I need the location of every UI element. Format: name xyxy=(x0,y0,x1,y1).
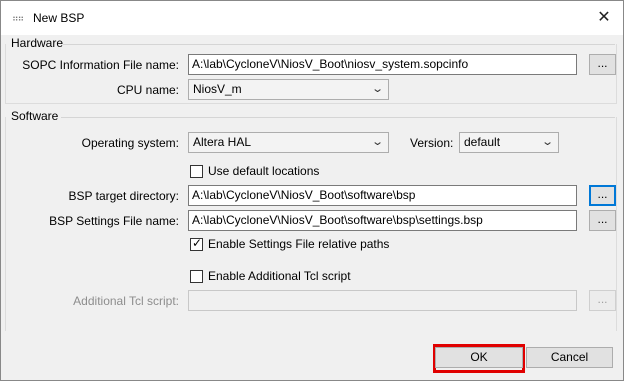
chevron-down-icon: ⌄ xyxy=(370,83,384,95)
close-icon[interactable]: ✕ xyxy=(591,5,617,31)
relative-paths-label: Enable Settings File relative paths xyxy=(208,237,390,251)
sopc-file-field[interactable]: A:\lab\CycloneV\NiosV_Boot\niosv_system.… xyxy=(188,54,577,75)
additional-tcl-checkbox[interactable]: Enable Additional Tcl script xyxy=(190,269,351,283)
additional-tcl-label: Enable Additional Tcl script xyxy=(208,269,351,283)
bsp-settings-browse-button[interactable]: ... xyxy=(589,210,616,231)
window-title: New BSP xyxy=(33,11,85,25)
new-bsp-dialog: ⠶⠶ New BSP ✕ Hardware SOPC Information F… xyxy=(0,0,624,381)
version-value: default xyxy=(464,135,501,149)
version-label: Version: xyxy=(410,136,454,150)
os-value: Altera HAL xyxy=(193,135,252,149)
sopc-browse-button[interactable]: ... xyxy=(589,54,616,75)
nios-icon: ⠶⠶ xyxy=(12,13,24,23)
use-default-locations-box[interactable] xyxy=(190,164,203,178)
relative-paths-box[interactable] xyxy=(190,236,203,251)
bsp-dir-browse-button[interactable]: ... xyxy=(589,185,616,206)
chevron-down-icon: ⌄ xyxy=(370,136,384,148)
sopc-file-label: SOPC Information File name: xyxy=(22,58,179,72)
tcl-script-field xyxy=(188,290,577,311)
use-default-locations-checkbox[interactable]: Use default locations xyxy=(190,164,319,178)
cpu-name-label: CPU name: xyxy=(116,83,179,97)
chevron-down-icon: ⌄ xyxy=(540,136,554,148)
os-label: Operating system: xyxy=(81,136,179,150)
tcl-script-label: Additional Tcl script: xyxy=(73,294,179,308)
bsp-target-dir-label: BSP target directory: xyxy=(68,189,180,203)
bsp-settings-file-field[interactable]: A:\lab\CycloneV\NiosV_Boot\software\bsp\… xyxy=(188,210,577,231)
cpu-name-select[interactable]: NiosV_m ⌄ xyxy=(188,79,389,100)
relative-paths-checkbox[interactable]: Enable Settings File relative paths xyxy=(190,236,390,251)
cancel-button[interactable]: Cancel xyxy=(526,347,613,368)
version-select[interactable]: default ⌄ xyxy=(459,132,559,153)
use-default-locations-label: Use default locations xyxy=(208,164,320,178)
title-bar: ⠶⠶ New BSP ✕ xyxy=(1,1,623,35)
tcl-browse-button: ... xyxy=(589,290,616,311)
bsp-target-dir-field[interactable]: A:\lab\CycloneV\NiosV_Boot\software\bsp xyxy=(188,185,577,206)
additional-tcl-box[interactable] xyxy=(190,269,203,283)
bsp-settings-file-label: BSP Settings File name: xyxy=(49,214,179,228)
cpu-name-value: NiosV_m xyxy=(193,82,242,96)
ok-button[interactable]: OK xyxy=(435,347,523,368)
os-select[interactable]: Altera HAL ⌄ xyxy=(188,132,389,153)
